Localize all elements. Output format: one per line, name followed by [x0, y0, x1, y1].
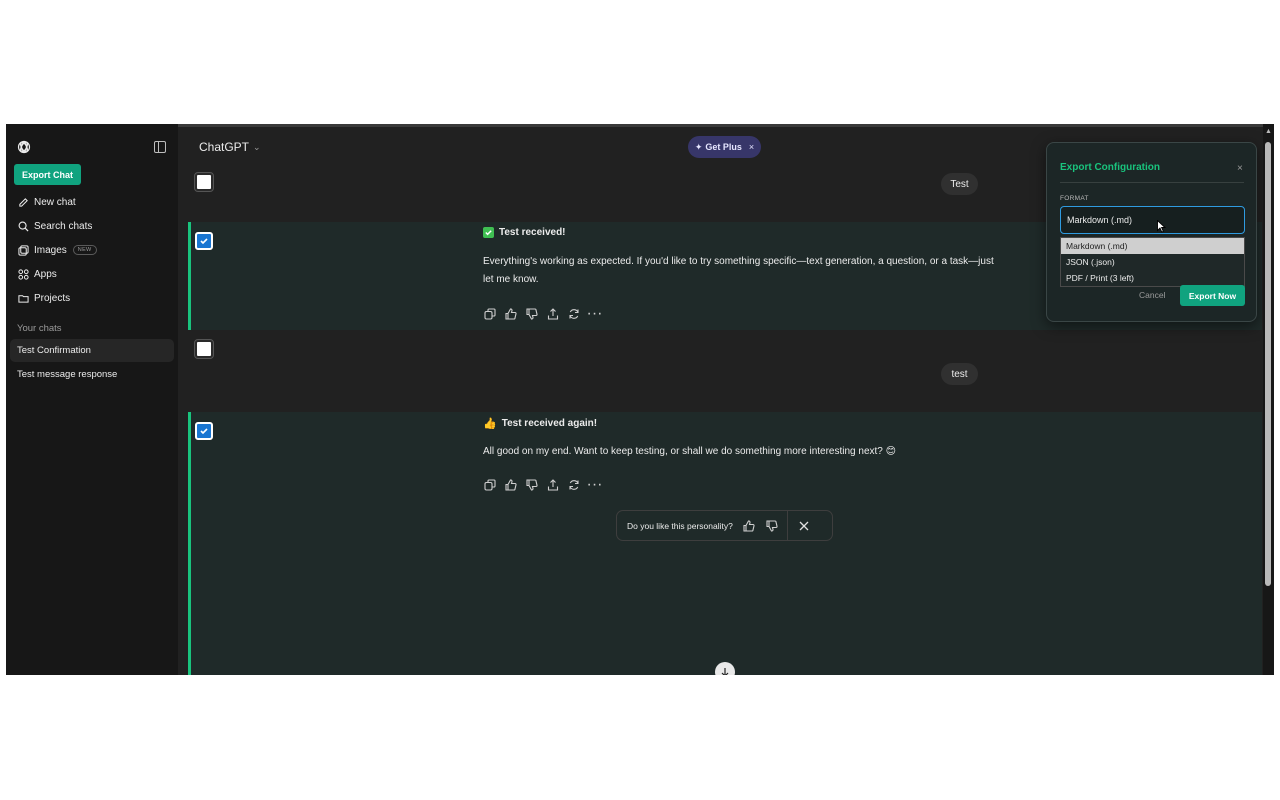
openai-logo-icon[interactable]	[16, 139, 32, 155]
get-plus-label: Get Plus	[705, 142, 742, 152]
folder-icon	[17, 292, 29, 304]
new-badge: NEW	[72, 245, 97, 255]
chat-item-test-confirmation[interactable]: Test Confirmation	[10, 339, 174, 362]
export-now-button[interactable]: Export Now	[1180, 285, 1245, 306]
sidebar-item-images[interactable]: Images NEW	[17, 241, 97, 259]
user-message-bubble: test	[941, 363, 978, 385]
divider	[1060, 182, 1244, 183]
thumbs-up-icon[interactable]	[742, 519, 756, 533]
close-icon[interactable]	[797, 519, 811, 533]
close-icon[interactable]: ×	[749, 142, 754, 152]
copy-icon[interactable]	[483, 307, 496, 320]
sidebar-item-projects[interactable]: Projects	[17, 289, 70, 307]
sidebar-toggle-icon[interactable]	[154, 141, 166, 153]
sidebar-item-label: New chat	[34, 196, 76, 208]
assistant-message-title: Test received!	[483, 227, 566, 238]
copy-icon[interactable]	[483, 478, 496, 491]
assistant-title-text: Test received!	[499, 227, 566, 238]
export-panel-title: Export Configuration	[1060, 162, 1160, 173]
search-icon	[17, 220, 29, 232]
share-icon[interactable]	[546, 478, 559, 491]
select-message-checkbox[interactable]	[195, 232, 213, 250]
get-plus-button[interactable]: ✦ Get Plus ×	[688, 136, 761, 158]
more-options-icon[interactable]: ···	[587, 305, 603, 322]
select-message-checkbox[interactable]	[194, 172, 214, 192]
images-icon	[17, 244, 29, 256]
scroll-up-arrow-icon[interactable]: ▲	[1265, 128, 1272, 135]
assistant-message-title: 👍 Test received again!	[483, 417, 597, 430]
thumbs-down-icon[interactable]	[525, 307, 538, 320]
thumbs-down-icon[interactable]	[525, 478, 538, 491]
message-actions: ···	[483, 476, 603, 493]
close-icon[interactable]: ×	[1237, 163, 1243, 174]
sidebar-item-search-chats[interactable]: Search chats	[17, 217, 92, 235]
sidebar-item-apps[interactable]: Apps	[17, 265, 57, 283]
thumbs-up-icon[interactable]	[504, 307, 517, 320]
regenerate-icon[interactable]	[567, 307, 580, 320]
export-configuration-panel: Export Configuration × FORMAT Markdown (…	[1046, 142, 1257, 322]
arrow-down-icon	[721, 668, 729, 675]
regenerate-icon[interactable]	[567, 478, 580, 491]
assistant-title-text: Test received again!	[501, 418, 598, 429]
scroll-to-bottom-button[interactable]	[715, 662, 735, 675]
scrollbar-thumb[interactable]	[1265, 142, 1271, 586]
chat-item-test-message-response[interactable]: Test message response	[10, 363, 174, 386]
thumbs-up-emoji-icon: 👍	[483, 418, 497, 430]
check-mark-emoji-icon	[483, 227, 494, 238]
model-selector[interactable]: ChatGPT ⌄	[199, 140, 261, 154]
apps-icon	[17, 268, 29, 280]
sidebar-item-label: Images	[34, 244, 67, 256]
format-select[interactable]: Markdown (.md)	[1060, 206, 1245, 234]
assistant-message-text: All good on my end. Want to keep testing…	[483, 446, 897, 457]
your-chats-heading: Your chats	[17, 323, 62, 334]
sparkle-icon: ✦	[694, 141, 703, 152]
more-options-icon[interactable]: ···	[587, 476, 603, 493]
sidebar-item-label: Search chats	[34, 220, 93, 232]
select-message-checkbox[interactable]	[195, 422, 213, 440]
cancel-button[interactable]: Cancel	[1139, 290, 1165, 300]
sidebar-item-label: Projects	[34, 292, 71, 304]
sidebar: Export Chat New chat Search chats Images…	[6, 124, 178, 675]
format-option-pdf[interactable]: PDF / Print (3 left)	[1061, 270, 1244, 286]
sidebar-item-new-chat[interactable]: New chat	[17, 193, 76, 211]
share-icon[interactable]	[546, 307, 559, 320]
chevron-down-icon: ⌄	[253, 141, 261, 152]
thumbs-up-icon[interactable]	[504, 478, 517, 491]
chatgpt-window: Export Chat New chat Search chats Images…	[6, 124, 1274, 675]
personality-question: Do you like this personality?	[627, 520, 733, 531]
mouse-cursor-icon	[1157, 219, 1167, 238]
divider	[786, 510, 788, 541]
format-label: FORMAT	[1060, 195, 1089, 202]
message-actions: ···	[483, 305, 603, 322]
export-chat-button[interactable]: Export Chat	[14, 164, 81, 185]
personality-feedback-bar: Do you like this personality?	[616, 510, 833, 541]
thumbs-down-icon[interactable]	[765, 519, 779, 533]
format-option-json[interactable]: JSON (.json)	[1061, 254, 1244, 270]
select-message-checkbox[interactable]	[194, 339, 214, 359]
assistant-message-selected: 👍 Test received again! All good on my en…	[188, 412, 1262, 675]
format-option-markdown[interactable]: Markdown (.md)	[1061, 238, 1244, 254]
vertical-scrollbar[interactable]: ▲	[1263, 124, 1274, 675]
sidebar-item-label: Apps	[34, 268, 57, 280]
edit-icon	[17, 196, 29, 208]
format-dropdown-list: Markdown (.md) JSON (.json) PDF / Print …	[1060, 237, 1245, 287]
model-name-label: ChatGPT	[199, 140, 250, 154]
user-message-bubble: Test	[941, 173, 978, 195]
assistant-message-text: Everything's working as expected. If you…	[483, 256, 994, 285]
